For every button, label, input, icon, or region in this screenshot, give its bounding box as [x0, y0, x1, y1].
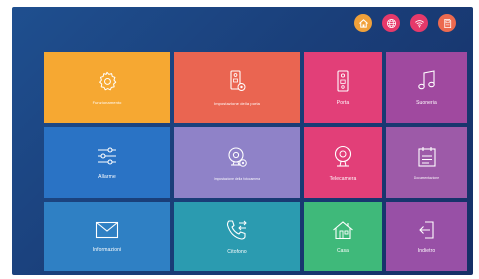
envelope-icon: [95, 221, 119, 239]
tile-label: Porta: [336, 99, 350, 106]
webcam-icon: [333, 144, 353, 168]
tile-documentazione[interactable]: Documentazione: [386, 127, 467, 198]
exit-arrow-icon: [418, 220, 436, 240]
camera-settings-icon: [225, 145, 249, 169]
tile-impostazione-porta[interactable]: Impostazione della porta: [174, 52, 300, 123]
tile-label: Impostazione della porta: [214, 101, 260, 106]
tile-label: Documentazione: [413, 175, 440, 180]
home-icon[interactable]: [354, 14, 372, 32]
tile-label: Impostazione della fotocamera: [213, 176, 261, 181]
tile-funzionamento[interactable]: Funzionamento: [44, 52, 170, 123]
tile-label: Citofono: [227, 248, 247, 255]
globe-icon[interactable]: [382, 14, 400, 32]
tile-allarme[interactable]: Allarme: [44, 127, 170, 198]
calendar-document-icon: [417, 146, 437, 168]
tile-label: Suoneria: [416, 99, 437, 106]
tile-suoneria[interactable]: Suoneria: [386, 52, 467, 123]
tile-label: Informazioni: [92, 246, 122, 253]
door-station-icon: [336, 69, 350, 92]
phone-transfer-icon: [225, 219, 249, 241]
tile-label: Telecamera: [329, 175, 357, 182]
music-note-icon: [417, 69, 437, 92]
tile-label: Casa: [336, 247, 350, 254]
tile-casa[interactable]: Casa: [304, 202, 382, 271]
tile-indietro[interactable]: Indietro: [386, 202, 467, 271]
tile-label: Indietro: [417, 247, 436, 254]
settings-gear-icon: [96, 70, 118, 92]
sliders-icon: [96, 146, 118, 166]
tile-label: Funzionamento: [92, 100, 122, 105]
tile-telecamera[interactable]: Telecamera: [304, 127, 382, 198]
tile-label: Allarme: [98, 173, 116, 180]
wifi-icon[interactable]: [410, 14, 428, 32]
main-screen: Funzionamento Impostazione della porta P…: [12, 7, 473, 275]
house-icon: [332, 220, 354, 240]
door-station-settings-icon: [227, 69, 247, 93]
tile-informazioni[interactable]: Informazioni: [44, 202, 170, 271]
tile-citofono[interactable]: Citofono: [174, 202, 300, 271]
tile-porta[interactable]: Porta: [304, 52, 382, 123]
tile-impostazione-fotocamera[interactable]: Impostazione della fotocamera: [174, 127, 300, 198]
sd-card-icon[interactable]: [438, 14, 456, 32]
